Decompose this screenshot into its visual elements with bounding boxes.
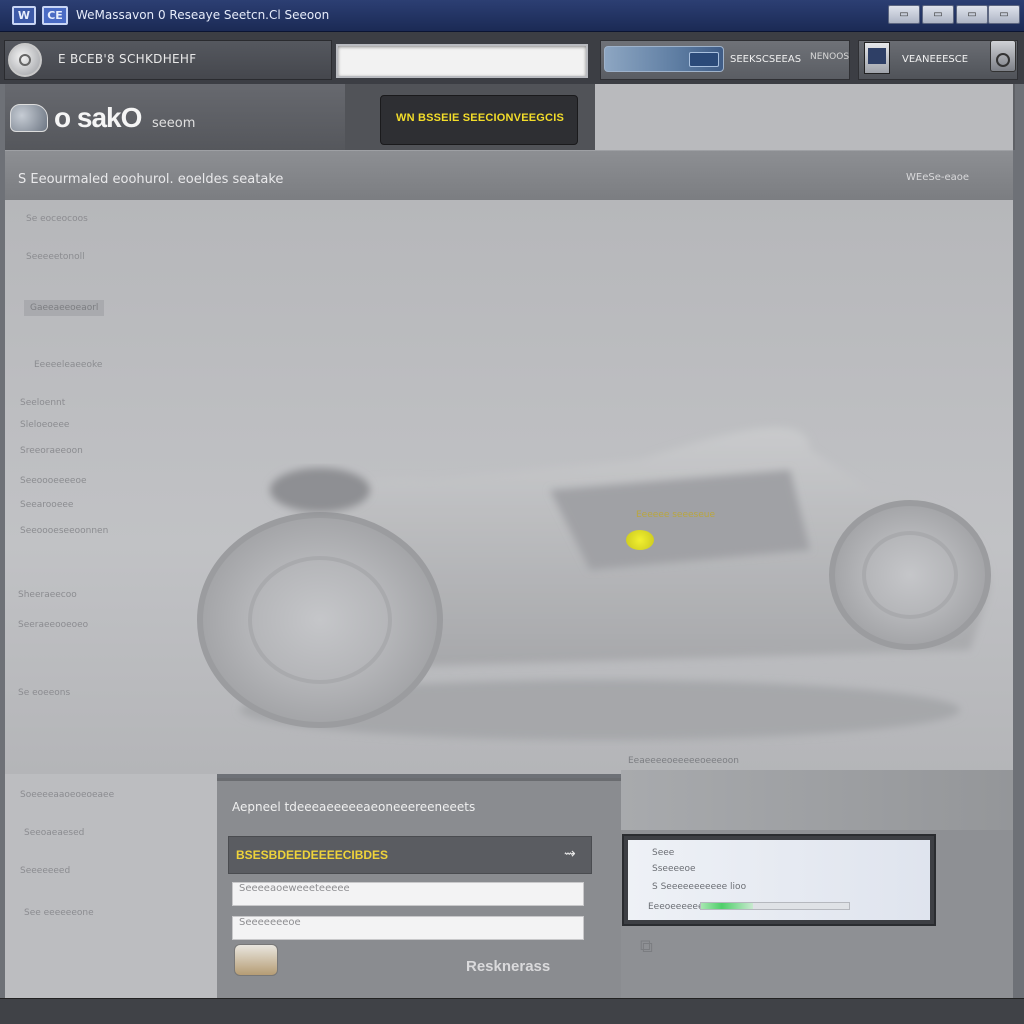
sidebar-item-selected[interactable]: Gaeeaeeoeaorl [24, 300, 105, 316]
title-bar: W CE WeMassavon 0 Reseaye Seetcn.Cl Seeo… [0, 0, 1024, 32]
breadcrumb-right[interactable]: WEeSe-eaoe [906, 172, 969, 183]
preview-line: Seee [652, 848, 675, 858]
right-panel-header [621, 770, 1013, 830]
illustration-caption: Eeeeee seeeseue [636, 510, 716, 520]
device-icon [864, 42, 890, 74]
brand-subtitle: seeom [152, 116, 196, 131]
gauge-icon[interactable] [990, 40, 1016, 72]
decorative-graphic: ⧉ [640, 936, 653, 957]
sidebar-item[interactable]: Sreeoraeeoon [20, 446, 83, 456]
sidebar-item[interactable]: Seeeeetonoll [26, 252, 85, 262]
sidebar-item[interactable]: Seeoooeseeoonnen [20, 526, 108, 536]
app-icon: W [12, 6, 36, 25]
start-diagnosis-button[interactable]: WN BSSEIE SEECIONVEEGCIS [380, 95, 578, 145]
preview-progress-bar [700, 902, 850, 910]
front-wheel [197, 512, 443, 728]
panel-field-2[interactable]: Seeeeeeeoe [232, 916, 584, 940]
sidebar-item[interactable]: Se eoceocoos [26, 214, 88, 224]
front-wing [270, 468, 370, 512]
panel-title: Aepneel tdeeeaeeeeeaeoneeereeneeets [232, 800, 476, 814]
panel-footer-label: Resknerass [466, 958, 551, 975]
sidebar-item[interactable]: Sheeraeecoo [18, 590, 77, 600]
status-bar [0, 998, 1024, 1024]
panel-field-1[interactable]: Seeeeaoeweeeteeeee [232, 882, 584, 906]
right-panel-caption: Eeaeeeeoeeeeeoeeeoon [628, 756, 739, 766]
sidebar-item[interactable]: Sleloeoeee [20, 420, 69, 430]
breadcrumb-text: S Eeourmaled eoohurol. eoeldes seatake [18, 172, 284, 187]
window-button-1[interactable]: ▭ [888, 5, 920, 24]
preview-line: Sseeeeoe [652, 864, 696, 874]
list-item[interactable]: Seeoaeaesed [24, 828, 84, 838]
close-button[interactable]: ▭ [988, 5, 1020, 24]
window-title: WeMassavon 0 Reseaye Seetcn.Cl Seeoon [76, 8, 330, 22]
diagnostic-port-marker[interactable] [626, 530, 654, 550]
sidebar-item[interactable]: Eeeeeleaeeoke [34, 360, 102, 370]
sidebar-item[interactable]: Seearooeee [20, 500, 73, 510]
maximize-button[interactable]: ▭ [956, 5, 988, 24]
brand-name: o sakO [54, 102, 142, 133]
list-item[interactable]: See eeeeeeone [24, 908, 94, 918]
package-icon [234, 944, 278, 976]
vehicle-tab-label: VEANEEESCE [902, 54, 969, 65]
bottom-left-panel [5, 774, 217, 998]
home-icon[interactable] [8, 43, 42, 77]
minimize-button[interactable]: ▭ [922, 5, 954, 24]
panel-dropdown-label: BSESBDEEDEEEECIBDES [236, 848, 389, 862]
vehicle-illustration [197, 427, 991, 740]
sidebar-item[interactable]: Seeoooeeeeoe [20, 476, 87, 486]
rear-wheel [829, 500, 991, 650]
app-secondary-icon: CE [42, 6, 68, 25]
car-logo-icon [10, 104, 48, 132]
list-item[interactable]: Seeeeeeed [20, 866, 70, 876]
arrow-right-icon[interactable]: ⇝ [564, 846, 576, 862]
toolbar-label: E BCEB'8 SCHKDHEHF [58, 52, 197, 66]
scan-tab-sublabel: NENOOS [810, 52, 850, 62]
scan-tab-label: SEEKSCSEEAS [730, 54, 802, 65]
sidebar-item[interactable]: Se eoeeons [18, 688, 70, 698]
list-item[interactable]: Soeeeeaaoeoeoeaee [20, 790, 114, 800]
start-diagnosis-label: WN BSSEIE SEECIONVEEGCIS [395, 112, 564, 124]
preview-line: S Seeeeeeeeeee lioo [652, 882, 747, 892]
scanner-icon [604, 46, 724, 72]
brand-right-panel [595, 84, 1013, 150]
sidebar-item[interactable]: Seeloennt [20, 398, 65, 408]
sidebar-item[interactable]: Seeraeeooeoeo [18, 620, 88, 630]
search-input[interactable] [336, 44, 588, 78]
